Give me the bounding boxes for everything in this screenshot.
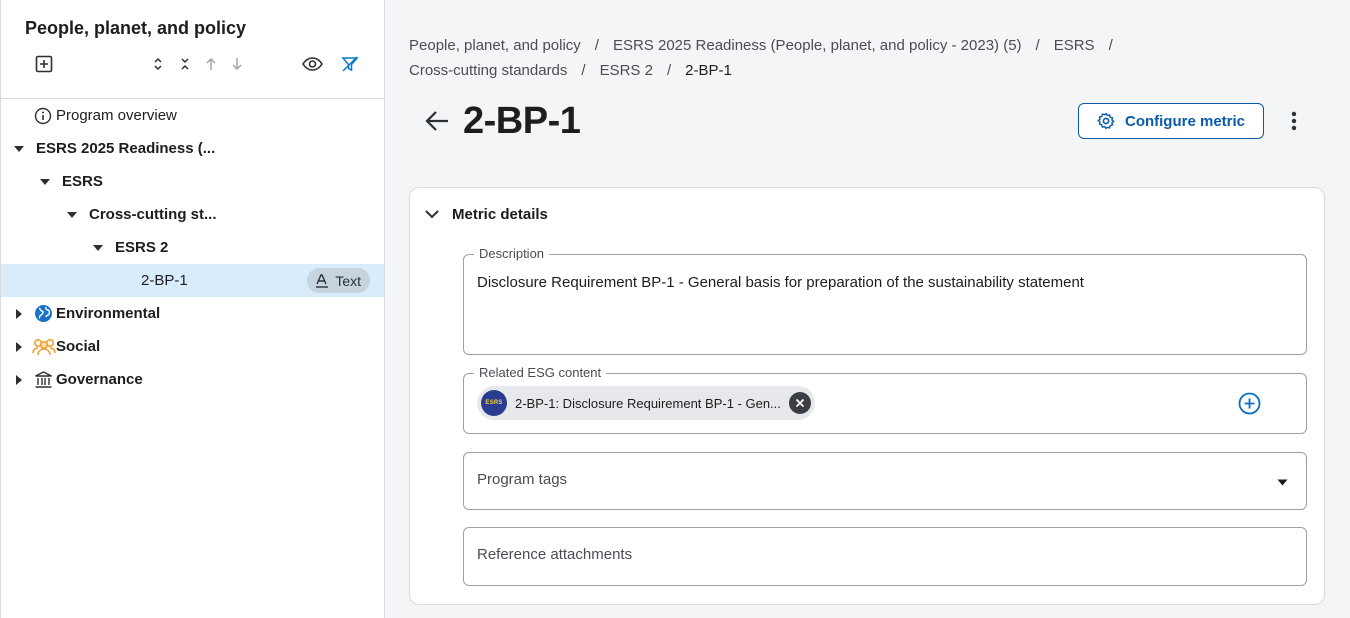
- page-title: 2-BP-1: [463, 99, 581, 142]
- related-esg-content-label: Related ESG content: [474, 365, 607, 381]
- institution-icon: [33, 370, 53, 390]
- page-header: 2-BP-1: [423, 98, 581, 144]
- caret-down-icon[interactable]: [12, 142, 26, 156]
- breadcrumb-separator: /: [1108, 37, 1113, 54]
- breadcrumb-separator: /: [1035, 37, 1040, 54]
- metric-details-toggle[interactable]: Metric details: [424, 202, 548, 226]
- breadcrumb-link[interactable]: ESRS: [1054, 37, 1095, 54]
- breadcrumb-separator: /: [594, 37, 599, 54]
- people-icon: [32, 337, 56, 357]
- breadcrumb-link[interactable]: Cross-cutting standards: [409, 62, 567, 79]
- tree-item-label: ESRS 2: [115, 239, 169, 256]
- tree-item-label: ESRS 2025 Readiness (...: [36, 140, 216, 157]
- related-content-chip[interactable]: ESRS 2-BP-1: Disclosure Requirement BP-1…: [477, 386, 815, 420]
- description-label: Description: [474, 246, 550, 262]
- arrow-up-icon: [206, 58, 216, 70]
- esrs-logo: ESRS: [481, 390, 507, 416]
- tree-item-2-bp-1[interactable]: 2-BP-1 Text: [1, 264, 384, 297]
- sidebar-title: People, planet, and policy: [25, 18, 247, 38]
- add-related-content-button[interactable]: [1237, 391, 1261, 415]
- tree-item-label: Program overview: [56, 107, 177, 124]
- metric-type-label: Text: [335, 272, 361, 289]
- move-down-button[interactable]: [228, 50, 246, 78]
- breadcrumb-link[interactable]: ESRS 2: [600, 62, 653, 79]
- collapse-all-button[interactable]: [176, 50, 194, 78]
- program-tree: Program overview ESRS 2025 Readiness (..…: [1, 99, 384, 396]
- text-format-icon: [316, 273, 329, 288]
- move-up-button[interactable]: [202, 50, 220, 78]
- eye-icon: [301, 57, 323, 71]
- tree-item-esrs[interactable]: ESRS: [1, 165, 384, 198]
- main-panel: People, planet, and policy / ESRS 2025 Rea…: [385, 0, 1350, 618]
- caret-down-icon[interactable]: [38, 175, 52, 189]
- add-circle-icon: [1238, 392, 1260, 414]
- caret-right-icon[interactable]: [12, 373, 26, 387]
- tree-item-esrs-2[interactable]: ESRS 2: [1, 231, 384, 264]
- program-tags-select[interactable]: Program tags: [463, 452, 1307, 510]
- add-button[interactable]: [33, 50, 55, 78]
- breadcrumb-separator: /: [666, 62, 672, 79]
- close-icon: [795, 398, 805, 408]
- globe-icon: [33, 304, 53, 324]
- tree-item-label: Governance: [56, 371, 143, 388]
- breadcrumb-current: 2-BP-1: [685, 62, 732, 79]
- tree-item-label: Cross-cutting st...: [89, 206, 217, 223]
- metric-details-card: Metric details Description Disclosure Re…: [409, 187, 1325, 605]
- caret-right-icon[interactable]: [12, 340, 26, 354]
- breadcrumb-separator: /: [581, 62, 586, 79]
- more-options-button[interactable]: [1283, 106, 1305, 136]
- expand-all-icon: [154, 57, 162, 71]
- tree-item-label: 2-BP-1: [141, 272, 188, 289]
- chevron-down-icon: [425, 210, 439, 219]
- gear-icon: [1097, 112, 1115, 130]
- breadcrumb: People, planet, and policy / ESRS 2025 Rea…: [409, 33, 1309, 83]
- add-box-icon: [35, 55, 53, 73]
- program-tags-placeholder: Program tags: [477, 471, 568, 488]
- sidebar-toolbar: [1, 50, 384, 78]
- configure-metric-label: Configure metric: [1124, 112, 1245, 130]
- card-title: Metric details: [452, 205, 548, 223]
- tree-item-governance[interactable]: Governance: [1, 363, 384, 396]
- back-button[interactable]: [423, 107, 451, 135]
- tree-item-esrs-2025-readiness[interactable]: ESRS 2025 Readiness (...: [1, 132, 384, 165]
- related-esg-content-field: Related ESG content ESRS 2-BP-1: Disclos…: [463, 365, 1307, 434]
- expand-all-button[interactable]: [149, 50, 167, 78]
- description-field[interactable]: Description Disclosure Requirement BP-1 …: [463, 246, 1307, 355]
- tree-item-program-overview[interactable]: Program overview: [1, 99, 384, 132]
- info-icon: [33, 106, 53, 126]
- collapse-all-icon: [181, 58, 189, 70]
- dropdown-arrow-icon[interactable]: [1276, 477, 1288, 487]
- metric-type-badge: Text: [307, 268, 370, 293]
- filter-button[interactable]: [339, 50, 361, 78]
- breadcrumb-link[interactable]: People, planet, and policy: [409, 37, 581, 54]
- arrow-down-icon: [232, 58, 242, 70]
- reference-attachments-field[interactable]: Reference attachments: [463, 527, 1307, 586]
- configure-metric-button[interactable]: Configure metric: [1078, 103, 1264, 139]
- arrow-back-icon: [425, 111, 448, 131]
- tree-item-cross-cutting[interactable]: Cross-cutting st...: [1, 198, 384, 231]
- tree-item-label: ESRS: [62, 173, 103, 190]
- tree-item-label: Environmental: [56, 305, 161, 322]
- description-value: Disclosure Requirement BP-1 - General ba…: [477, 274, 1084, 291]
- remove-chip-button[interactable]: [788, 392, 811, 414]
- caret-right-icon[interactable]: [12, 307, 26, 321]
- more-vertical-icon: [1291, 111, 1297, 131]
- filter-off-icon: [341, 56, 359, 72]
- tree-item-social[interactable]: Social: [1, 330, 384, 363]
- sidebar: People, planet, and policy Program overv…: [0, 0, 385, 618]
- tree-item-label: Social: [56, 338, 101, 355]
- view-toggle-button[interactable]: [300, 50, 324, 78]
- tree-item-environmental[interactable]: Environmental: [1, 297, 384, 330]
- caret-down-icon[interactable]: [65, 208, 79, 222]
- breadcrumb-link[interactable]: ESRS 2025 Readiness (People, planet, and…: [613, 37, 1022, 54]
- chip-label: 2-BP-1: Disclosure Requirement BP-1 - Ge…: [515, 395, 781, 411]
- reference-attachments-placeholder: Reference attachments: [477, 546, 633, 563]
- caret-down-icon[interactable]: [91, 241, 105, 255]
